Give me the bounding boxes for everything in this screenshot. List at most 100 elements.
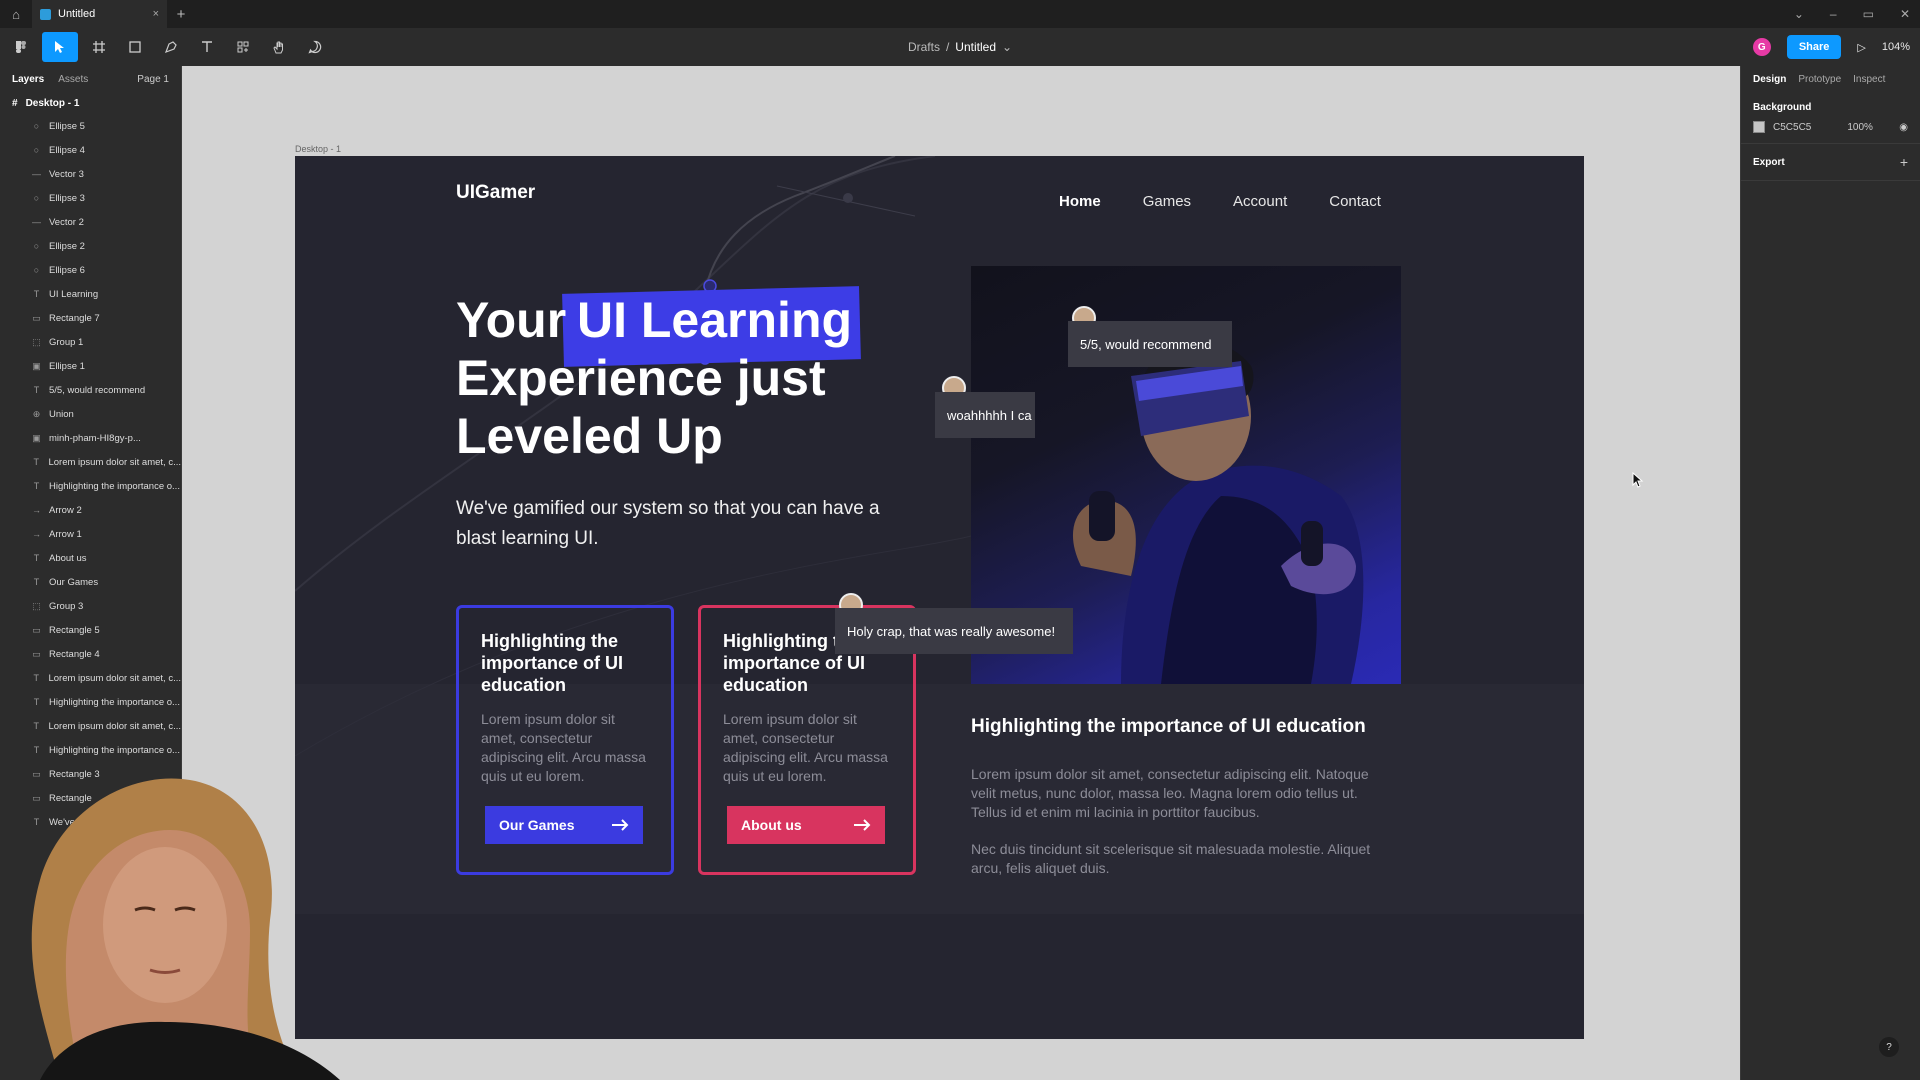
home-icon[interactable]: ⌂ xyxy=(0,0,32,28)
hand-tool-icon[interactable] xyxy=(264,32,294,62)
ellipse-icon: ○ xyxy=(33,241,40,251)
layer-label: Lorem ipsum dolor sit amet, c... xyxy=(48,672,181,684)
tab-design[interactable]: Design xyxy=(1753,74,1786,85)
layer-item[interactable]: ⊕ Union xyxy=(0,402,181,426)
layer-label: UI Learning xyxy=(49,288,99,300)
eye-icon[interactable]: ◉ xyxy=(1899,122,1908,133)
figma-file-icon xyxy=(40,8,51,20)
text-icon: T xyxy=(33,481,40,491)
comment-tool-icon[interactable] xyxy=(300,32,330,62)
text-icon: T xyxy=(33,577,40,587)
layer-item[interactable]: ○ Ellipse 5 xyxy=(0,114,181,138)
review-bubble[interactable]: 5/5, would recommend xyxy=(1068,321,1232,367)
layer-item[interactable]: ○ Ellipse 3 xyxy=(0,186,181,210)
layer-item[interactable]: T UI Learning xyxy=(0,282,181,306)
tab-inspect[interactable]: Inspect xyxy=(1853,74,1885,85)
nav-contact[interactable]: Contact xyxy=(1329,193,1381,210)
maximize-button[interactable]: ▭ xyxy=(1863,7,1874,21)
layer-item[interactable]: ○ Ellipse 4 xyxy=(0,138,181,162)
close-window-button[interactable]: ✕ xyxy=(1900,7,1910,21)
our-games-button[interactable]: Our Games xyxy=(485,806,643,844)
review-bubble[interactable]: woahhhhh I ca xyxy=(935,392,1035,438)
review-text: Holy crap, that was really awesome! xyxy=(847,623,1056,639)
background-opacity[interactable]: 100% xyxy=(1847,122,1873,133)
layer-item[interactable]: T Lorem ipsum dolor sit amet, c... xyxy=(0,450,181,474)
review-bubble[interactable]: Holy crap, that was really awesome! xyxy=(835,608,1073,654)
layer-item[interactable]: → Arrow 2 xyxy=(0,498,181,522)
resources-tool-icon[interactable] xyxy=(228,32,258,62)
layer-item[interactable]: ⬚ Group 1 xyxy=(0,330,181,354)
layer-item[interactable]: ▭ Rectangle 7 xyxy=(0,306,181,330)
title-bar: ⌂ Untitled × + ⌄ – ▭ ✕ xyxy=(0,0,1920,28)
site-logo[interactable]: UIGamer xyxy=(456,182,535,204)
breadcrumb: Drafts / Untitled ⌄ xyxy=(908,40,1012,54)
layer-item[interactable]: T Highlighting the importance o... xyxy=(0,690,181,714)
about-us-button[interactable]: About us xyxy=(727,806,885,844)
layer-item[interactable]: T Our Games xyxy=(0,570,181,594)
layer-item[interactable]: → Arrow 1 xyxy=(0,522,181,546)
text-tool-icon[interactable] xyxy=(192,32,222,62)
feature-card-games: Highlighting the importance of UI educat… xyxy=(456,605,674,875)
frame-label[interactable]: Desktop - 1 xyxy=(295,144,341,154)
layer-item[interactable]: T Lorem ipsum dolor sit amet, c... xyxy=(0,714,181,738)
tab-layers[interactable]: Layers xyxy=(12,74,44,85)
chevron-down-icon[interactable]: ⌄ xyxy=(1794,7,1804,21)
tab-prototype[interactable]: Prototype xyxy=(1798,74,1841,85)
rectangle-tool-icon[interactable] xyxy=(120,32,150,62)
layer-root-label: Desktop - 1 xyxy=(25,97,80,109)
vector-icon: — xyxy=(32,169,41,179)
zoom-level[interactable]: 104% xyxy=(1882,41,1910,53)
layer-item[interactable]: — Vector 2 xyxy=(0,210,181,234)
chevron-down-icon[interactable]: ⌄ xyxy=(1002,40,1012,54)
share-button[interactable]: Share xyxy=(1786,35,1842,59)
layer-label: Vector 3 xyxy=(49,168,84,180)
vector-icon: — xyxy=(32,217,41,227)
layer-item[interactable]: ○ Ellipse 6 xyxy=(0,258,181,282)
design-canvas[interactable]: Desktop - 1 UIGamer Home Games Account C… xyxy=(182,66,1740,1080)
layer-item[interactable]: ○ Ellipse 2 xyxy=(0,234,181,258)
nav-account[interactable]: Account xyxy=(1233,193,1287,210)
layer-label: Group 3 xyxy=(49,600,84,612)
background-fill-row[interactable]: C5C5C5 100% ◉ xyxy=(1753,121,1908,133)
move-tool-icon[interactable] xyxy=(42,32,78,62)
nav-games[interactable]: Games xyxy=(1143,193,1191,210)
layer-item[interactable]: ▭ Rectangle 4 xyxy=(0,642,181,666)
layer-item[interactable]: ▣ Ellipse 1 xyxy=(0,354,181,378)
layer-item[interactable]: ▣ minh-pham-HI8gy-p... xyxy=(0,426,181,450)
presenter-video xyxy=(31,778,340,1080)
file-tab[interactable]: Untitled × xyxy=(32,0,167,28)
nav-home[interactable]: Home xyxy=(1059,193,1101,210)
layer-item[interactable]: — Vector 3 xyxy=(0,162,181,186)
layer-root-frame[interactable]: # Desktop - 1 xyxy=(0,92,181,114)
breadcrumb-team[interactable]: Drafts xyxy=(908,40,940,54)
new-tab-button[interactable]: + xyxy=(167,6,195,23)
main-menu-icon[interactable] xyxy=(6,32,36,62)
desktop-frame[interactable]: UIGamer Home Games Account Contact Your … xyxy=(295,156,1584,1039)
layer-item[interactable]: ⬚ Group 3 xyxy=(0,594,181,618)
layer-item[interactable]: T About us xyxy=(0,546,181,570)
layer-item[interactable]: T Highlighting the importance o... xyxy=(0,474,181,498)
frame-tool-icon[interactable] xyxy=(84,32,114,62)
layer-label: Union xyxy=(49,408,74,420)
user-avatar[interactable]: G xyxy=(1752,38,1771,56)
page-selector[interactable]: Page 1 xyxy=(137,74,169,85)
add-export-icon[interactable]: + xyxy=(1900,154,1908,170)
layer-label: minh-pham-HI8gy-p... xyxy=(49,432,141,444)
help-button[interactable]: ? xyxy=(1879,1037,1899,1057)
breadcrumb-file[interactable]: Untitled xyxy=(955,40,996,54)
layer-item[interactable]: T Highlighting the importance o... xyxy=(0,738,181,762)
background-hex[interactable]: C5C5C5 xyxy=(1773,122,1811,133)
review-text: 5/5, would recommend xyxy=(1080,336,1212,352)
color-swatch[interactable] xyxy=(1753,121,1765,133)
image-icon: ▣ xyxy=(32,432,41,443)
tab-assets[interactable]: Assets xyxy=(58,74,88,85)
layer-item[interactable]: T Lorem ipsum dolor sit amet, c... xyxy=(0,666,181,690)
pen-tool-icon[interactable] xyxy=(156,32,186,62)
close-tab-icon[interactable]: × xyxy=(153,8,159,20)
present-play-icon[interactable]: ▷ xyxy=(1857,41,1865,54)
minimize-button[interactable]: – xyxy=(1830,7,1837,21)
layer-label: Ellipse 2 xyxy=(49,240,85,252)
layer-item[interactable]: T 5/5, would recommend xyxy=(0,378,181,402)
layer-item[interactable]: ▭ Rectangle 5 xyxy=(0,618,181,642)
background-title: Background xyxy=(1753,102,1812,113)
